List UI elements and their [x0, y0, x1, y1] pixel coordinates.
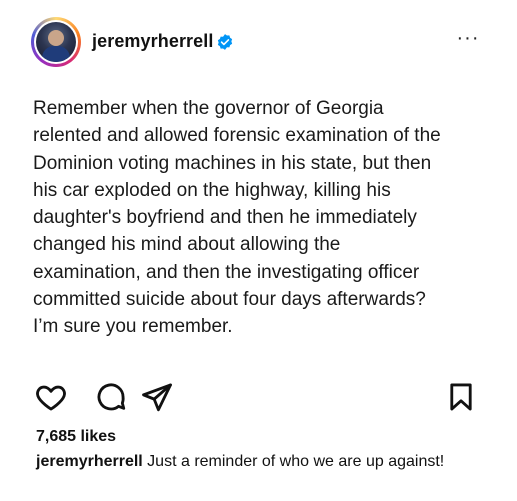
heart-outline-icon[interactable] — [34, 380, 68, 414]
avatar[interactable] — [31, 17, 81, 67]
post-text-line: examination, and then the investigating … — [33, 261, 420, 283]
action-bar — [0, 380, 517, 416]
profile-photo — [36, 22, 76, 62]
post-text-line: committed suicide about four days afterw… — [33, 289, 426, 311]
post-text-line: changed his mind about allowing the — [33, 234, 341, 256]
more-options-button[interactable]: ··· — [456, 26, 480, 50]
send-paper-plane-icon[interactable] — [140, 380, 174, 414]
post-header: jeremyrherrell ··· — [0, 0, 517, 82]
caption: jeremyrherrell Just a reminder of who we… — [36, 451, 496, 472]
username-link[interactable]: jeremyrherrell — [92, 31, 213, 52]
post-body-text: Remember when the governor of Georgia re… — [33, 95, 503, 341]
post-text-line: Remember when the governor of Georgia — [33, 98, 384, 119]
post-text-line: I’m sure you remember. — [33, 316, 233, 338]
caption-text: Just a reminder of who we are up against… — [142, 453, 445, 470]
avatar-frame — [34, 20, 78, 64]
comment-bubble-icon[interactable] — [94, 380, 128, 414]
caption-username[interactable]: jeremyrherrell — [36, 453, 143, 470]
bookmark-outline-icon[interactable] — [444, 380, 478, 414]
post-text-line: his car exploded on the highway, killing… — [33, 179, 391, 201]
likes-count[interactable]: 7,685 likes — [36, 428, 116, 446]
post-text-line: relented and allowed forensic examinatio… — [33, 125, 441, 147]
post-text-line: daughter's boyfriend and then he immedia… — [33, 207, 417, 229]
post-text-line: Dominion voting machines in his state, b… — [33, 152, 432, 174]
verified-badge-icon — [217, 34, 233, 50]
